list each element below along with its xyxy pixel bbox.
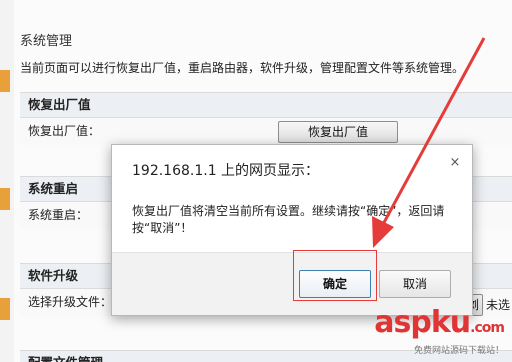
watermark-logo-text: aspku: [374, 305, 471, 340]
site-watermark: aspku.com 免费网站源码下载站！: [374, 305, 505, 357]
watermark-tagline: 免费网站源码下载站！: [413, 346, 504, 356]
watermark-logo: aspku.com: [374, 305, 505, 343]
watermark-logo-suffix: .com: [470, 320, 505, 336]
screen: 系统管理 当前页面可以进行恢复出厂值，重启路由器，软件升级，管理配置文件等系统管…: [0, 0, 512, 362]
